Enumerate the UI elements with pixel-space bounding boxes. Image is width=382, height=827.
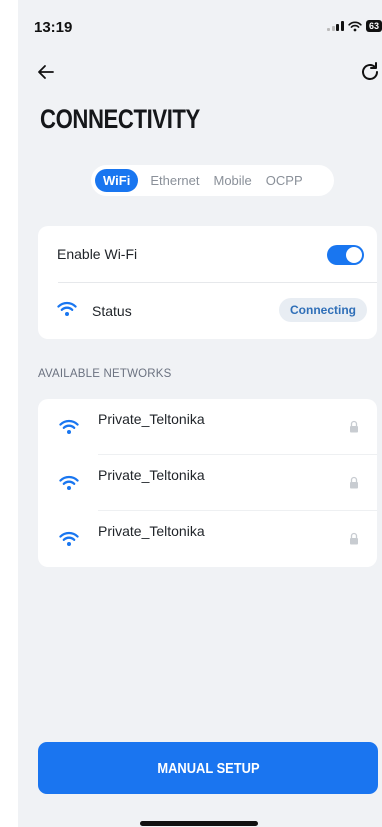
manual-setup-label: MANUAL SETUP — [156, 759, 260, 777]
wifi-icon — [59, 419, 79, 434]
lock-icon — [350, 532, 358, 545]
signal-icon — [327, 21, 344, 31]
network-name: Private_Teltonika — [98, 411, 205, 427]
tab-mobile[interactable]: Mobile — [207, 169, 257, 192]
manual-setup-button[interactable]: MANUAL SETUP — [38, 742, 378, 794]
refresh-icon — [362, 62, 378, 80]
wifi-status-icon — [348, 21, 362, 31]
lock-icon — [350, 420, 358, 433]
back-button[interactable] — [34, 60, 58, 84]
wifi-status-row: Status Connecting — [38, 283, 377, 339]
network-name: Private_Teltonika — [98, 467, 205, 483]
wifi-icon — [59, 475, 79, 490]
connectivity-screen: 13:19 63 CONNECTIVITY WiFi Ethernet Mobi… — [18, 0, 382, 827]
network-item[interactable]: Private_Teltonika — [38, 455, 377, 511]
tab-ethernet[interactable]: Ethernet — [144, 169, 205, 192]
enable-wifi-row: Enable Wi-Fi — [38, 226, 377, 282]
wifi-icon — [57, 301, 77, 316]
enable-wifi-toggle[interactable] — [327, 245, 364, 265]
lock-icon — [350, 476, 358, 489]
network-item[interactable]: Private_Teltonika — [38, 399, 377, 455]
tab-wifi[interactable]: WiFi — [95, 169, 139, 192]
connectivity-tabs: WiFi Ethernet Mobile OCPP — [91, 165, 334, 196]
battery-indicator: 63 — [365, 20, 382, 32]
wifi-settings-card: Enable Wi-Fi Status Connecting — [38, 226, 377, 339]
status-icons: 63 — [327, 20, 382, 32]
refresh-button[interactable] — [358, 60, 382, 84]
networks-list: Private_Teltonika Private_Teltonika Priv… — [38, 399, 377, 567]
network-item[interactable]: Private_Teltonika — [38, 511, 377, 567]
status-badge: Connecting — [279, 298, 367, 322]
tab-ocpp[interactable]: OCPP — [260, 169, 309, 192]
available-networks-heading: AVAILABLE NETWORKS — [38, 368, 172, 380]
device-frame-edge — [0, 0, 18, 827]
wifi-icon — [59, 531, 79, 546]
status-time: 13:19 — [34, 19, 73, 36]
arrow-left-icon — [38, 65, 54, 79]
network-name: Private_Teltonika — [98, 523, 205, 539]
page-title: CONNECTIVITY — [40, 104, 200, 134]
toggle-knob — [346, 247, 362, 263]
enable-wifi-label: Enable Wi-Fi — [57, 246, 138, 262]
status-label: Status — [92, 303, 132, 319]
home-indicator — [140, 821, 258, 826]
